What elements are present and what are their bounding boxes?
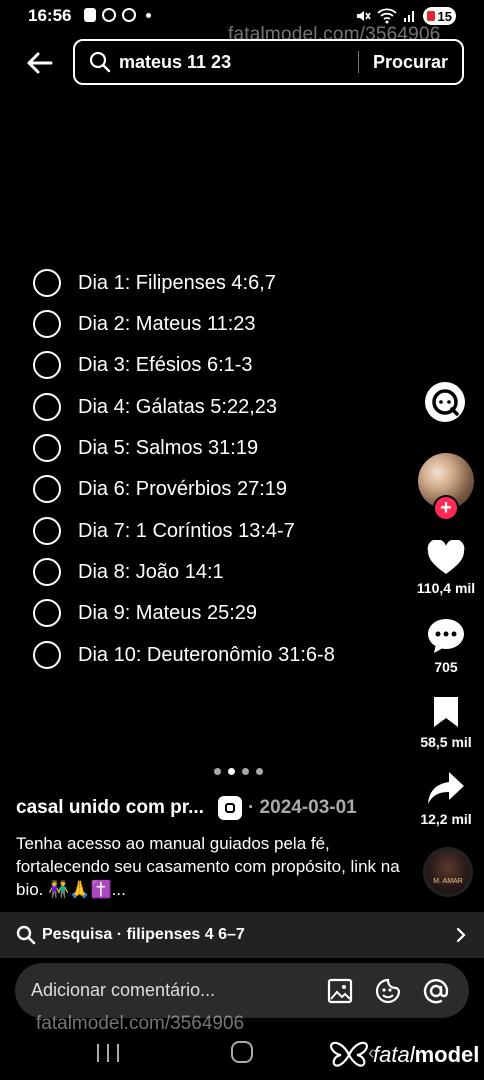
notification-icons — [84, 8, 151, 22]
home-button[interactable] — [231, 1041, 253, 1063]
brand-logo: fatalmodel — [329, 1040, 479, 1070]
battery-indicator: 15 — [422, 7, 456, 25]
share-button[interactable]: 12,2 mil — [412, 769, 480, 827]
comment-button[interactable]: 705 — [412, 617, 480, 675]
like-count: 110,4 mil — [416, 580, 476, 596]
signal-icon — [403, 11, 414, 22]
comment-count: 705 — [434, 659, 458, 675]
emoji-button[interactable] — [373, 976, 403, 1006]
checkbox-circle-icon — [33, 434, 61, 462]
checklist-item-label: Dia 4: Gálatas 5:22,23 — [78, 395, 278, 418]
comment-bubble-icon — [428, 619, 464, 653]
checkbox-circle-icon — [33, 269, 61, 297]
checklist-item: Dia 8: João 14:1 — [33, 557, 224, 587]
checkbox-circle-icon — [33, 393, 61, 421]
brand-name-light: fatal — [373, 1042, 415, 1067]
search-icon — [89, 51, 111, 73]
image-attach-button[interactable] — [325, 976, 355, 1006]
recents-button[interactable] — [97, 1044, 119, 1062]
search-input[interactable]: mateus 11 23 — [119, 52, 358, 73]
checklist-item: Dia 1: Filipenses 4:6,7 — [33, 268, 276, 298]
notification-icon — [84, 8, 96, 22]
checklist-item: Dia 6: Provérbios 27:19 — [33, 474, 287, 504]
checklist-item: Dia 10: Deuteronômio 31:6-8 — [33, 640, 335, 670]
checkbox-circle-icon — [33, 351, 61, 379]
carousel-dot — [242, 768, 249, 775]
related-search-bar[interactable]: Pesquisa · filipenses 4 6–7 — [0, 912, 484, 958]
checkbox-circle-icon — [33, 310, 61, 338]
whatsapp-icon — [122, 8, 136, 22]
checklist-item-label: Dia 5: Salmos 31:19 — [78, 436, 259, 459]
brand-name: fatalmodel — [373, 1042, 479, 1068]
checklist-item: Dia 9: Mateus 25:29 — [33, 598, 257, 628]
checkbox-circle-icon — [33, 641, 61, 669]
checklist-item-label: Dia 10: Deuteronômio 31:6-8 — [78, 643, 335, 666]
checkbox-circle-icon — [33, 475, 61, 503]
capcut-icon[interactable] — [217, 796, 242, 820]
checklist-item: Dia 7: 1 Coríntios 13:4-7 — [33, 516, 295, 546]
related-search-label: Pesquisa · filipenses 4 6–7 — [42, 926, 245, 943]
post-date: · 2024-03-01 — [247, 797, 357, 818]
battery-level: 15 — [437, 8, 452, 24]
carousel-indicator — [214, 768, 263, 775]
save-button[interactable]: 58,5 mil — [412, 694, 480, 750]
at-sign-icon — [423, 978, 449, 1003]
wifi-icon — [376, 8, 397, 24]
username-link[interactable]: casal unido com pr... — [16, 797, 204, 819]
brand-name-bold: model — [414, 1042, 480, 1067]
checkbox-circle-icon — [33, 599, 61, 627]
back-button[interactable] — [22, 46, 56, 80]
checklist-item: Dia 5: Salmos 31:19 — [33, 433, 258, 463]
comment-bar: Adicionar comentário... — [15, 963, 469, 1018]
back-arrow-icon — [27, 52, 53, 74]
ai-search-button[interactable] — [423, 380, 467, 424]
save-count: 58,5 mil — [420, 734, 472, 750]
butterfly-logo-icon — [330, 1041, 368, 1067]
search-box[interactable]: mateus 11 23 Procurar — [73, 39, 464, 85]
bookmark-icon — [434, 697, 458, 727]
search-icon — [16, 925, 36, 945]
post-header: casal unido com pr... · 2024-03-01 — [16, 796, 357, 820]
checklist-item: Dia 2: Mateus 11:23 — [33, 309, 256, 339]
sticker-icon — [375, 978, 401, 1003]
checklist-item-label: Dia 7: 1 Coríntios 13:4-7 — [78, 519, 295, 542]
checklist-item-label: Dia 2: Mateus 11:23 — [78, 312, 256, 335]
carousel-dot — [214, 768, 221, 775]
youtube-icon — [102, 8, 116, 22]
music-disc[interactable]: M. AMAR — [423, 847, 473, 897]
image-icon — [327, 978, 353, 1003]
checklist-item-label: Dia 1: Filipenses 4:6,7 — [78, 271, 276, 294]
checklist-item-label: Dia 6: Provérbios 27:19 — [78, 477, 288, 500]
checklist-item-label: Dia 8: João 14:1 — [78, 560, 224, 583]
ai-search-icon — [425, 382, 465, 422]
music-disc-label: M. AMAR — [433, 878, 463, 885]
share-arrow-icon — [428, 772, 464, 804]
checklist-item: Dia 3: Efésios 6:1-3 — [33, 350, 253, 380]
share-count: 12,2 mil — [420, 811, 472, 827]
mention-button[interactable] — [421, 976, 451, 1006]
like-button[interactable]: 110,4 mil — [412, 540, 480, 596]
mute-icon — [356, 11, 371, 21]
checklist-item-label: Dia 3: Efésios 6:1-3 — [78, 353, 253, 376]
checklist-item-label: Dia 9: Mateus 25:29 — [78, 601, 257, 624]
carousel-dot-active — [228, 768, 235, 775]
more-notifications-icon — [146, 12, 151, 18]
system-icons: 15 — [355, 7, 456, 25]
checkbox-circle-icon — [33, 517, 61, 545]
search-submit-button[interactable]: Procurar — [373, 52, 448, 73]
checklist-item: Dia 4: Gálatas 5:22,23 — [33, 392, 277, 422]
follow-plus-icon[interactable]: + — [433, 495, 459, 521]
divider — [357, 51, 359, 73]
heart-icon — [427, 540, 465, 574]
battery-low-icon — [426, 11, 435, 21]
status-time: 16:56 — [28, 6, 72, 25]
checkbox-circle-icon — [33, 558, 61, 586]
comment-input[interactable]: Adicionar comentário... — [31, 980, 325, 1001]
carousel-dot — [256, 768, 263, 775]
chevron-right-icon — [456, 927, 466, 943]
post-caption[interactable]: Tenha acesso ao manual guiados pela fé, … — [16, 832, 401, 901]
